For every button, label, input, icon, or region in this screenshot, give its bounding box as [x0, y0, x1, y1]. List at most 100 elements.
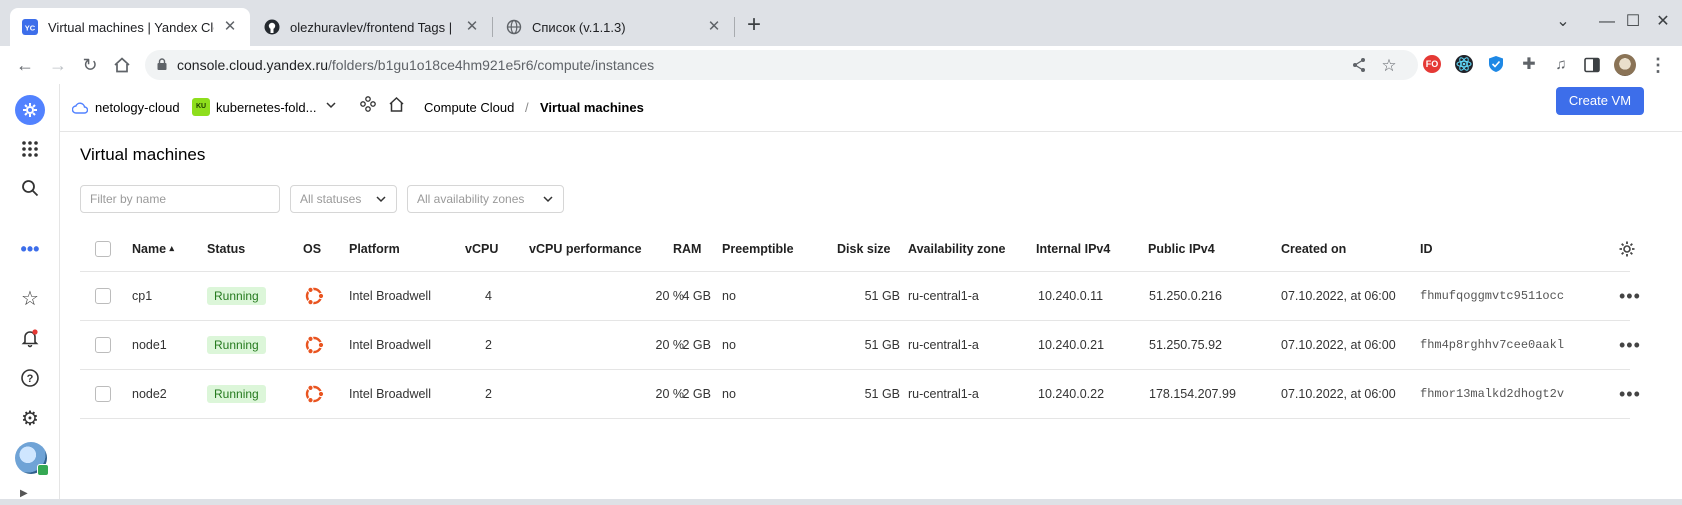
- tab-spisok[interactable]: Список (v.1.1.3) ✕: [494, 8, 734, 46]
- col-name[interactable]: Name ▴: [132, 226, 174, 271]
- chevron-down-icon: [542, 186, 554, 222]
- vm-public-ip[interactable]: 51.250.75.92: [1149, 321, 1222, 369]
- row-checkbox[interactable]: [95, 370, 111, 418]
- name-filter-input[interactable]: [90, 192, 270, 206]
- status-badge: Running: [207, 272, 266, 320]
- ubuntu-icon: [303, 321, 325, 369]
- status-select[interactable]: All statuses: [290, 185, 397, 213]
- url-text: console.cloud.yandex.ru/folders/b1gu1o18…: [177, 57, 655, 73]
- home-icon[interactable]: [388, 96, 405, 118]
- media-control-icon[interactable]: ♫: [1547, 51, 1575, 79]
- vm-name[interactable]: node1: [132, 321, 167, 369]
- collapse-nav-icon[interactable]: ▶: [20, 488, 28, 499]
- page-title: Virtual machines: [80, 145, 206, 164]
- back-icon[interactable]: ←: [11, 51, 39, 79]
- col-vcpu: vCPU: [465, 241, 499, 256]
- home-icon[interactable]: [108, 51, 136, 79]
- vm-name[interactable]: node2: [132, 370, 167, 418]
- vm-public-ip[interactable]: 178.154.207.99: [1149, 370, 1236, 418]
- breadcrumb-compute-cloud[interactable]: Compute Cloud: [424, 100, 514, 115]
- window-close-icon[interactable]: ✕: [1641, 8, 1682, 36]
- services-grid-icon[interactable]: [16, 135, 44, 163]
- favorites-star-icon[interactable]: ☆: [16, 284, 44, 312]
- react-extension-icon[interactable]: [1455, 55, 1473, 73]
- zone-select[interactable]: All availability zones: [407, 185, 564, 213]
- zone-select-label: All availability zones: [417, 192, 525, 206]
- vm-table: Name ▴ Status OS Platform vCPU vCPU perf…: [80, 226, 1640, 419]
- create-vm-button[interactable]: Create VM: [1556, 87, 1644, 115]
- row-checkbox[interactable]: [95, 321, 111, 369]
- row-actions-icon[interactable]: •••: [1619, 370, 1641, 418]
- forward-icon[interactable]: →: [44, 51, 72, 79]
- side-panel-icon[interactable]: [1578, 51, 1606, 79]
- search-icon[interactable]: [16, 174, 44, 202]
- col-availability-zone: Availability zone: [908, 241, 1006, 256]
- tab-virtual-machines[interactable]: YC Virtual machines | Yandex Cloud ✕: [10, 8, 250, 46]
- tab-search-icon[interactable]: ⌄: [1541, 8, 1585, 36]
- globe-icon: [506, 19, 522, 35]
- close-icon[interactable]: ✕: [464, 19, 480, 35]
- share-icon[interactable]: [1350, 57, 1368, 75]
- close-icon[interactable]: ✕: [706, 19, 722, 35]
- settings-gear-icon[interactable]: ⚙: [16, 404, 44, 432]
- vm-zone: ru-central1-a: [908, 387, 979, 401]
- folder-name[interactable]: kubernetes-fold...: [216, 100, 316, 115]
- name-filter-field[interactable]: [80, 185, 280, 213]
- col-disk-size: Disk size: [837, 241, 891, 256]
- browser-menu-icon[interactable]: ⋮: [1644, 51, 1672, 79]
- more-icon[interactable]: •••: [16, 235, 44, 263]
- address-bar[interactable]: console.cloud.yandex.ru/folders/b1gu1o18…: [145, 50, 1418, 80]
- vm-created-on: 07.10.2022, at 06:00: [1281, 338, 1396, 352]
- select-all-checkbox[interactable]: [95, 226, 111, 271]
- vm-id[interactable]: fhmor13malkd2dhogt2v: [1420, 370, 1564, 418]
- breadcrumb-virtual-machines: Virtual machines: [540, 100, 644, 115]
- vm-ram: 2 GB: [682, 387, 712, 401]
- row-actions-icon[interactable]: •••: [1619, 321, 1641, 369]
- vm-platform: Intel Broadwell: [349, 289, 431, 303]
- tab-docker-hub[interactable]: olezhuravlev/frontend Tags | Docker Hub …: [252, 8, 492, 46]
- profile-avatar[interactable]: [1614, 54, 1636, 76]
- vm-vcpu-performance: 20 %: [655, 289, 685, 303]
- table-row[interactable]: node1 Running Intel Broadwell 2 20 % 2 G…: [80, 321, 1640, 370]
- col-os: OS: [303, 241, 322, 256]
- new-tab-button[interactable]: +: [740, 12, 768, 40]
- vm-ram: 2 GB: [682, 338, 712, 352]
- cloud-name[interactable]: netology-cloud: [95, 100, 180, 115]
- notifications-bell-icon[interactable]: [16, 324, 44, 352]
- reload-icon[interactable]: ↻: [76, 51, 104, 79]
- vm-vcpu: 4: [485, 289, 492, 303]
- close-icon[interactable]: ✕: [222, 19, 238, 35]
- vm-public-ip[interactable]: 51.250.0.216: [1149, 272, 1222, 320]
- table-row[interactable]: node2 Running Intel Broadwell 2 20 % 2 G…: [80, 370, 1640, 419]
- vm-ram: 4 GB: [682, 289, 712, 303]
- compute-service-icon[interactable]: [15, 95, 45, 125]
- puzzle-extensions-icon[interactable]: ✚: [1515, 51, 1543, 79]
- tab-title: olezhuravlev/frontend Tags | Docker Hub: [290, 19, 456, 35]
- star-icon[interactable]: ☆: [1380, 57, 1398, 75]
- row-actions-icon[interactable]: •••: [1619, 272, 1641, 320]
- vm-vcpu: 2: [485, 338, 492, 352]
- chevron-down-icon[interactable]: [325, 98, 337, 116]
- vm-vcpu-performance: 20 %: [655, 387, 685, 401]
- vm-disk-size: 51 GB: [864, 289, 900, 303]
- help-icon[interactable]: ?: [16, 364, 44, 392]
- row-checkbox[interactable]: [95, 272, 111, 320]
- fo-extension-icon[interactable]: FO: [1423, 55, 1441, 73]
- status-badge: Running: [207, 321, 266, 369]
- col-vcpu-performance: vCPU performance: [529, 241, 642, 256]
- left-navigation: ••• ☆ ? ⚙ ▶: [0, 84, 60, 499]
- vm-id[interactable]: fhmufqoggmvtc9511occ: [1420, 272, 1564, 320]
- svg-text:YC: YC: [25, 24, 36, 33]
- ubuntu-icon: [303, 370, 325, 418]
- col-ram: RAM: [673, 241, 702, 256]
- services-graph-icon[interactable]: [360, 96, 376, 117]
- vm-name[interactable]: cp1: [132, 272, 152, 320]
- table-settings-gear-icon[interactable]: [1618, 226, 1636, 271]
- table-row[interactable]: cp1 Running Intel Broadwell 4 20 % 4 GB …: [80, 272, 1640, 321]
- vm-preemptible: no: [722, 289, 736, 303]
- status-badge: Running: [207, 370, 266, 418]
- user-avatar[interactable]: [15, 442, 49, 476]
- vm-disk-size: 51 GB: [864, 387, 900, 401]
- shield-extension-icon[interactable]: [1487, 55, 1505, 73]
- vm-id[interactable]: fhm4p8rghhv7cee0aakl: [1420, 321, 1564, 369]
